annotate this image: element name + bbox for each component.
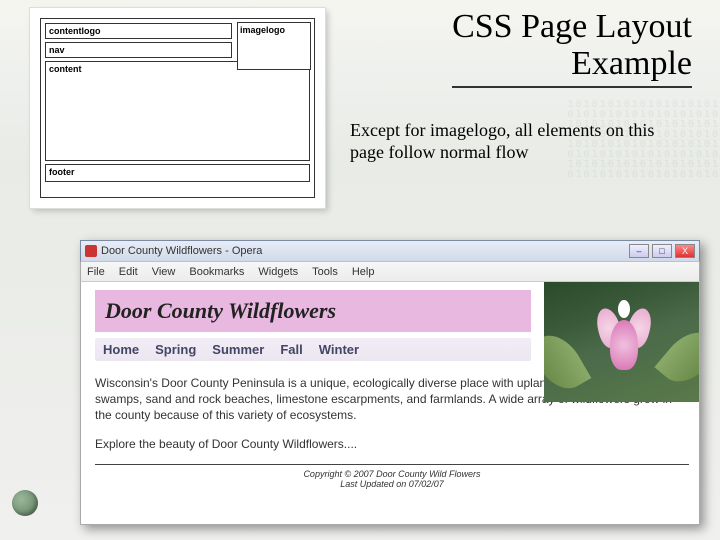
slide-title: CSS Page Layout Example [452, 8, 692, 88]
content-paragraph: Explore the beauty of Door County Wildfl… [95, 436, 689, 452]
nav-home[interactable]: Home [103, 342, 139, 357]
menu-help[interactable]: Help [352, 266, 375, 278]
page-imagelogo [544, 282, 699, 402]
browser-titlebar: Door County Wildflowers - Opera – □ X [80, 240, 700, 262]
rendered-page: Door County Wildflowers Home Spring Summ… [80, 282, 700, 525]
browser-window: Door County Wildflowers - Opera – □ X Fi… [80, 240, 700, 525]
wireframe-content-box: content [45, 61, 310, 161]
browser-menubar: File Edit View Bookmarks Widgets Tools H… [80, 262, 700, 282]
maximize-button[interactable]: □ [652, 244, 672, 258]
slide-title-line1: CSS Page Layout [452, 8, 692, 45]
menu-bookmarks[interactable]: Bookmarks [189, 266, 244, 278]
page-nav: Home Spring Summer Fall Winter [95, 338, 531, 361]
petal-shape [618, 300, 630, 318]
footer-updated: Last Updated on 07/02/07 [95, 479, 689, 489]
close-button[interactable]: X [675, 244, 695, 258]
page-header: Door County Wildflowers [95, 290, 531, 332]
wireframe-imagelogo-box: imagelogo [237, 22, 311, 70]
footer-copyright: Copyright © 2007 Door County Wild Flower… [95, 469, 689, 479]
wireframe-container: imagelogo contentlogo nav content footer [40, 18, 315, 198]
page-heading: Door County Wildflowers [105, 298, 521, 324]
menu-view[interactable]: View [152, 266, 176, 278]
menu-widgets[interactable]: Widgets [258, 266, 298, 278]
slide-subtext: Except for imagelogo, all elements on th… [350, 120, 692, 163]
wireframe-diagram: imagelogo contentlogo nav content footer [30, 8, 325, 208]
nav-fall[interactable]: Fall [280, 342, 302, 357]
petal-shape [610, 320, 638, 370]
wireframe-footer-box: footer [45, 164, 310, 182]
nav-spring[interactable]: Spring [155, 342, 196, 357]
minimize-button[interactable]: – [629, 244, 649, 258]
nav-summer[interactable]: Summer [212, 342, 264, 357]
slide-bullet-icon [12, 490, 38, 516]
menu-edit[interactable]: Edit [119, 266, 138, 278]
leaf-shape [544, 326, 591, 398]
nav-winter[interactable]: Winter [319, 342, 359, 357]
window-buttons: – □ X [629, 244, 695, 258]
menu-file[interactable]: File [87, 266, 105, 278]
flower-shape [594, 302, 654, 382]
page-footer: Copyright © 2007 Door County Wild Flower… [95, 464, 689, 489]
leaf-shape [654, 321, 699, 393]
opera-icon [85, 245, 97, 257]
slide-title-line2: Example [571, 45, 692, 82]
menu-tools[interactable]: Tools [312, 266, 338, 278]
wireframe-nav-box: nav [45, 42, 232, 58]
browser-window-title: Door County Wildflowers - Opera [101, 245, 262, 257]
wireframe-contentlogo-box: contentlogo [45, 23, 232, 39]
